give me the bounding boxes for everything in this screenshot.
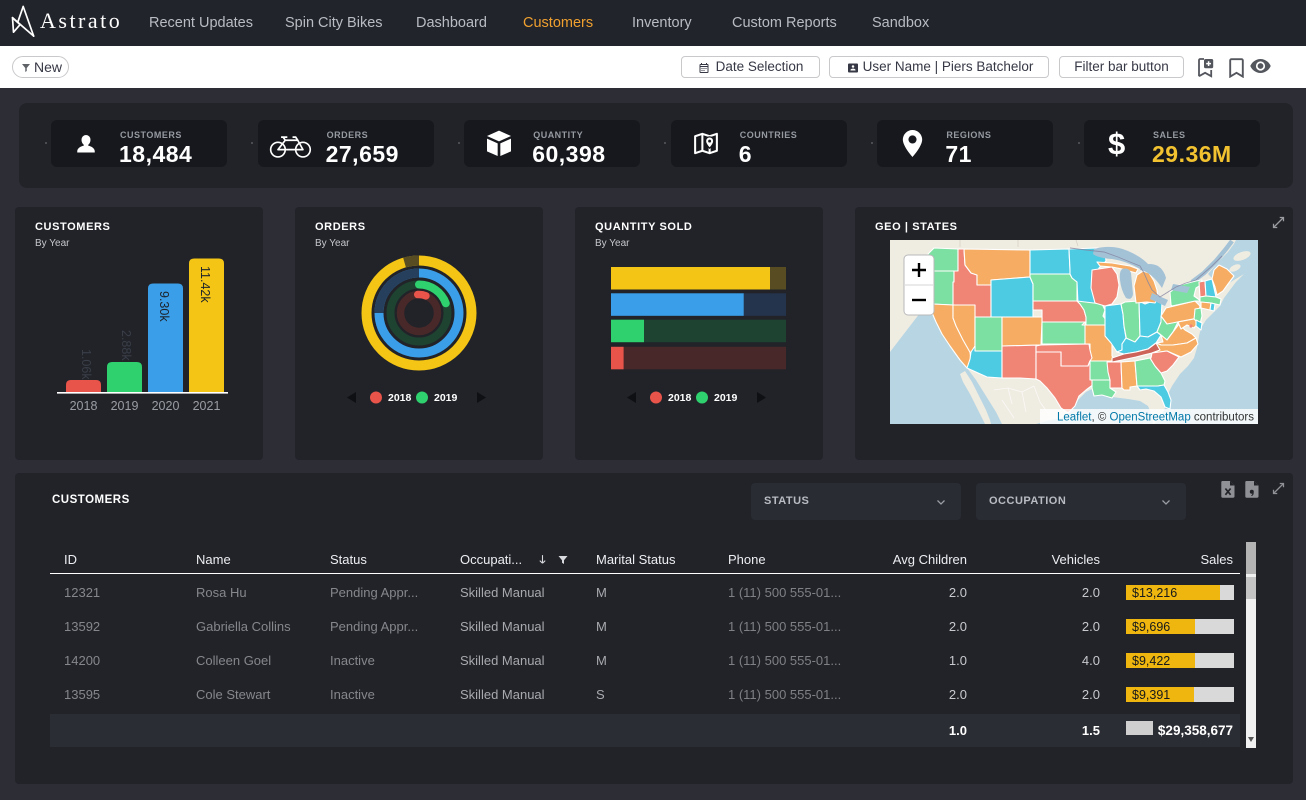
svg-text:9.30k: 9.30k [157, 291, 171, 322]
svg-text:2019: 2019 [111, 399, 139, 413]
svg-text:2018: 2018 [70, 399, 98, 413]
svg-text:2018: 2018 [668, 392, 692, 404]
svg-text:2020: 2020 [152, 399, 180, 413]
svg-text:2021: 2021 [193, 399, 221, 413]
svg-text:1.06k: 1.06k [79, 349, 93, 380]
svg-text:2019: 2019 [714, 392, 738, 404]
svg-text:2019: 2019 [434, 392, 458, 404]
svg-text:2018: 2018 [388, 392, 412, 404]
svg-text:Leaflet, © OpenStreetMap contr: Leaflet, © OpenStreetMap contributors [1057, 412, 1254, 424]
svg-text:11.42k: 11.42k [198, 266, 212, 303]
svg-text:2.88k: 2.88k [119, 330, 133, 361]
